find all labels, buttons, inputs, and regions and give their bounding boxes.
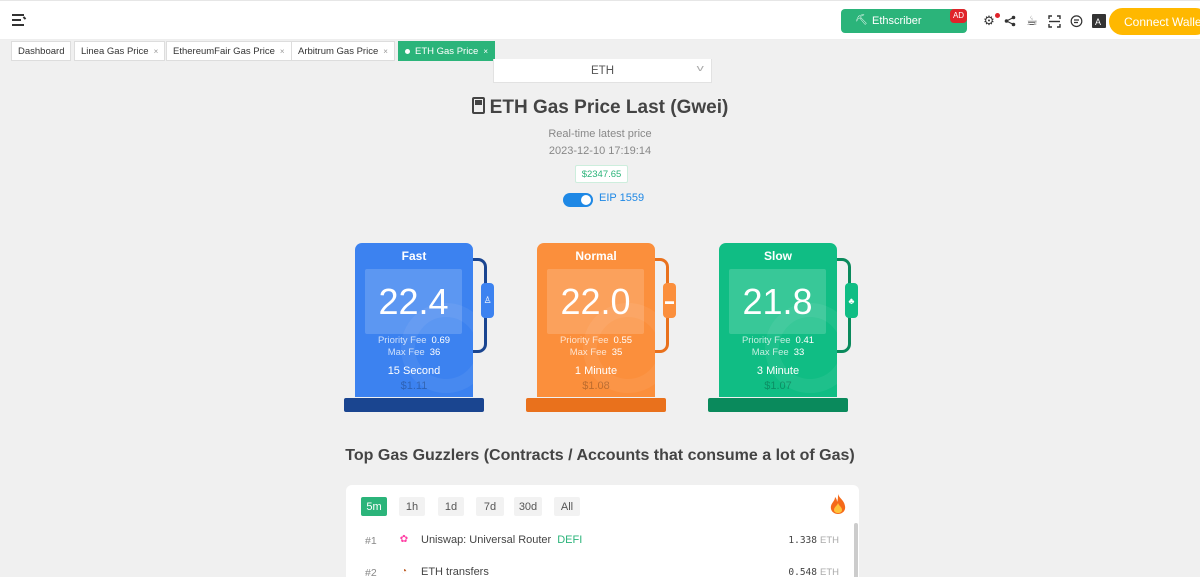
priority-fee-row: Priority Fee 0.55 — [559, 335, 633, 346]
fire-icon — [830, 494, 846, 514]
period-tab-30d[interactable]: 30d — [514, 497, 542, 516]
scrollbar[interactable] — [854, 523, 858, 577]
menu-toggle-icon[interactable] — [12, 14, 27, 26]
max-fee-row: Max Fee 35 — [569, 347, 623, 358]
pump-confirm-time: 15 Second — [387, 365, 441, 377]
connect-wallet-button[interactable]: Connect Wallet — [1109, 8, 1200, 35]
priority-fee-row: Priority Fee 0.41 — [741, 335, 815, 346]
pump-tx-cost: $1.08 — [582, 380, 610, 392]
period-tab-1h[interactable]: 1h — [399, 497, 425, 516]
pump-confirm-time: 3 Minute — [756, 365, 800, 377]
guzzler-amount: 1.338 ETH — [788, 535, 839, 546]
notification-dot — [995, 13, 1000, 18]
guzzlers-card: 5m 1h 1d 7d 30d All #1 ✿ Uniswap: Universal Rou… — [346, 485, 859, 577]
priority-fee-row: Priority Fee 0.69 — [377, 335, 451, 346]
page-title: ETH Gas Price Last (Gwei) — [0, 97, 1200, 119]
gas-pump-slow: Slow 21.8 Priority Fee 0.41 Max Fee 33 3 Minut… — [719, 243, 837, 397]
chain-select-value: ETH — [591, 64, 614, 77]
pump-base-normal — [526, 398, 666, 412]
pump-base-fast — [344, 398, 484, 412]
rocket-icon: ♙ — [481, 283, 494, 318]
guzzler-rank: #2 — [365, 567, 377, 577]
period-tab-5m[interactable]: 5m — [361, 497, 387, 516]
pump-speed-label: Slow — [763, 249, 792, 263]
gas-pump-fast: Fast 22.4 Priority Fee 0.69 Max Fee 36 15 Seco… — [355, 243, 473, 397]
tab-dashboard[interactable]: Dashboard — [11, 41, 72, 61]
chat-icon[interactable] — [1068, 13, 1084, 29]
ethscriber-label: Ethscriber — [872, 15, 922, 27]
period-tab-7d[interactable]: 7d — [476, 497, 504, 516]
transfer-icon: ◔ — [400, 566, 408, 577]
pump-gwei-value: 21.8 — [729, 269, 826, 334]
eip1559-toggle[interactable] — [563, 193, 593, 207]
period-tab-1d[interactable]: 1d — [438, 497, 464, 516]
page-subtitle: Real-time latest price — [548, 128, 652, 140]
chain-select[interactable]: ETH v — [493, 59, 712, 83]
chevron-down-icon: v — [696, 63, 704, 73]
guzzler-amount: 0.548 ETH — [788, 567, 839, 577]
share-icon[interactable] — [1002, 13, 1018, 29]
tab-close-icon[interactable]: × — [154, 47, 159, 56]
pump-gwei-value: 22.4 — [365, 269, 462, 334]
guzzler-rank: #1 — [365, 535, 377, 547]
eip1559-label: EIP 1559 — [599, 192, 645, 204]
ethscriber-button[interactable]: ⛏ Ethscriber — [841, 9, 967, 33]
car-icon: ▬ — [663, 283, 676, 318]
top-bar: ⛏ Ethscriber AD ⚙ ☕ A Connect Wallet — [0, 0, 1200, 40]
tab-close-icon[interactable]: × — [280, 47, 285, 56]
active-tab-dot — [405, 48, 410, 54]
tab-ethereumfair-gas-price[interactable]: EthereumFair Gas Price × — [166, 41, 292, 61]
update-timestamp: 2023-12-10 17:19:14 — [548, 145, 652, 157]
tree-icon: ♣ — [845, 283, 858, 318]
pump-speed-label: Normal — [575, 249, 617, 263]
pump-gwei-value: 22.0 — [547, 269, 644, 334]
period-tab-all[interactable]: All — [554, 497, 580, 516]
tab-eth-gas-price[interactable]: ETH Gas Price × — [398, 41, 496, 61]
coffee-icon[interactable]: ☕ — [1024, 13, 1040, 29]
pump-tx-cost: $1.07 — [764, 380, 792, 392]
guzzlers-title: Top Gas Guzzlers (Contracts / Accounts t… — [345, 447, 855, 464]
tab-close-icon[interactable]: × — [483, 47, 488, 56]
guzzler-row[interactable]: #2 ◔ ETH transfers 0.548 ETH — [362, 564, 842, 577]
ad-badge: AD — [950, 9, 967, 23]
gas-pump-icon — [471, 97, 485, 114]
guzzler-name[interactable]: Uniswap: Universal Router DEFI — [421, 534, 582, 546]
max-fee-row: Max Fee 36 — [387, 347, 441, 358]
pump-confirm-time: 1 Minute — [574, 365, 618, 377]
pump-speed-label: Fast — [401, 249, 427, 263]
uniswap-icon: ✿ — [399, 534, 409, 545]
tab-arbitrum-gas-price[interactable]: Arbitrum Gas Price × — [291, 41, 395, 61]
eth-price-badge: $2347.65 — [575, 165, 628, 183]
pump-tx-cost: $1.11 — [400, 380, 428, 392]
guzzler-row[interactable]: #1 ✿ Uniswap: Universal Router DEFI 1.338 ETH — [362, 532, 842, 552]
pump-base-slow — [708, 398, 848, 412]
guzzler-name[interactable]: ETH transfers — [421, 566, 489, 577]
max-fee-row: Max Fee 33 — [751, 347, 805, 358]
ethscriber-icon: ⛏ — [855, 15, 868, 26]
translate-icon[interactable]: A — [1091, 13, 1107, 29]
gas-pump-normal: Normal 22.0 Priority Fee 0.55 Max Fee 35 1 Min… — [537, 243, 655, 397]
tab-linea-gas-price[interactable]: Linea Gas Price × — [74, 41, 166, 61]
svg-text:A: A — [1095, 17, 1101, 27]
fullscreen-icon[interactable] — [1046, 13, 1062, 29]
guzzler-tag: DEFI — [557, 534, 583, 546]
tab-close-icon[interactable]: × — [383, 47, 388, 56]
